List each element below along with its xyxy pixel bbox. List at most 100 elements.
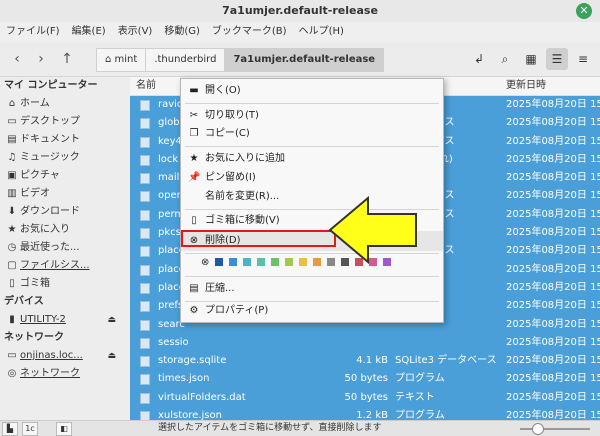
menu-add-favorite[interactable]: ★ お気に入りに追加 [181, 149, 443, 169]
table-row[interactable]: xulstore.json 1.2 kB プログラム 2025年08月20日 15 [130, 407, 600, 420]
file-date: 2025年08月20日 15 [506, 245, 600, 257]
sidebar-item[interactable]: ▢ ファイルシス... [0, 257, 130, 275]
menu-label: ピン留め(I) [205, 172, 256, 183]
sidebar-item[interactable]: ♫ ミュージック [0, 149, 130, 167]
file-icon [140, 191, 150, 203]
menu-separator [185, 276, 439, 277]
usb-drive-icon: ▮ [9, 314, 15, 325]
crumb-thunderbird[interactable]: .thunderbird [145, 48, 226, 72]
sidebar-item[interactable]: ◎ ネットワーク [0, 365, 130, 383]
table-row[interactable]: virtualFolders.dat 50 bytes テキスト 2025年08月20… [130, 388, 600, 408]
menu-bookmarks[interactable]: ブックマーク(B) [206, 22, 293, 42]
open-terminal-icon[interactable]: ↲ [468, 48, 490, 70]
eject-icon[interactable]: ⏏ [107, 311, 116, 329]
color-swatch[interactable] [271, 258, 280, 266]
zoom-slider-handle[interactable] [532, 423, 544, 435]
file-date: 2025年08月20日 15 [506, 281, 600, 293]
sidebar-item-label: ドキュメント [20, 134, 80, 145]
sidebar-item-label: お気に入り [20, 224, 70, 235]
column-name[interactable]: 名前 [136, 77, 156, 95]
file-icon [140, 173, 150, 185]
zoom-slider[interactable] [520, 428, 590, 430]
menu-pin[interactable]: 📌 ピン留め(I) [181, 168, 443, 188]
crumb-label: mint [114, 54, 138, 65]
table-row[interactable]: storage.sqlite 4.1 kB SQLite3 データベース 2025年0… [130, 352, 600, 371]
sidebar-item-label: 最近使った... [20, 242, 80, 253]
menu-go[interactable]: 移動(G) [158, 22, 206, 42]
sidebar-item[interactable]: ▭ デスクトップ [0, 113, 130, 131]
back-button[interactable]: ‹ [6, 49, 28, 69]
file-date: 2025年08月20日 15 [506, 318, 600, 330]
menu-compress[interactable]: ▤ 圧縮... [181, 279, 443, 299]
status-message: 選択したアイテムをゴミ箱に移動せず、直接削除します [158, 423, 382, 433]
crumb-mint[interactable]: ⌂ mint [96, 48, 147, 72]
toggle-sidebar-button[interactable]: ▙ [2, 422, 18, 436]
color-swatch[interactable] [215, 258, 224, 266]
list-view-icon[interactable]: ☰ [546, 48, 568, 70]
menu-open[interactable]: ▬ 開く(O) [181, 81, 443, 101]
tree-toggle-button[interactable]: ◧ [56, 422, 72, 436]
sidebar-item[interactable]: ▭ onjinas.loc... ⏏ [0, 347, 130, 365]
menu-properties[interactable]: ⚙ プロパティ(P) [181, 301, 443, 321]
file-icon [140, 118, 150, 130]
file-name: virtualFolders.dat [158, 391, 246, 403]
filesystem-icon: ▢ [7, 260, 17, 271]
sidebar-item[interactable]: ▥ ビデオ [0, 185, 130, 203]
sidebar-item[interactable]: ◷ 最近使った... [0, 239, 130, 257]
crumb-profile[interactable]: 7a1umjer.default-release [224, 48, 385, 72]
color-swatch[interactable] [229, 258, 238, 266]
file-date: 2025年08月20日 15 [506, 355, 600, 367]
close-icon[interactable]: ✕ [576, 3, 592, 19]
menu-edit[interactable]: 編集(E) [66, 22, 112, 42]
clear-color-icon[interactable]: ⊗ [201, 257, 209, 268]
forward-button[interactable]: › [30, 49, 52, 69]
pictures-icon: ▣ [7, 170, 17, 181]
search-icon[interactable]: ⌕ [494, 48, 516, 70]
trash-icon: ▯ [191, 215, 197, 226]
menu-label: 開く(O) [205, 85, 241, 96]
sidebar-item[interactable]: ▯ ゴミ箱 [0, 275, 130, 293]
sidebar-item[interactable]: ▮ UTILITY-2 ⏏ [0, 311, 130, 329]
compact-view-icon[interactable]: ≡ [572, 48, 594, 70]
color-swatch[interactable] [285, 258, 294, 266]
sidebar-item[interactable]: ▣ ピクチャ [0, 167, 130, 185]
color-swatch[interactable] [257, 258, 266, 266]
file-date: 2025年08月20日 15 [506, 227, 600, 239]
favorite-icon: ★ [189, 153, 199, 164]
table-row[interactable]: times.json 50 bytes プログラム 2025年08月20日 15 [130, 370, 600, 389]
status-bar: ▙ 1c ◧ 選択したアイテムをゴミ箱に移動せず、直接削除します [0, 420, 600, 436]
sidebar-item[interactable]: ⬇ ダウンロード [0, 203, 130, 221]
places-toggle-button[interactable]: 1c [22, 422, 38, 436]
file-name: storage.sqlite [158, 355, 227, 367]
color-swatch[interactable] [243, 258, 252, 266]
sidebar-item[interactable]: ⌂ ホーム [0, 95, 130, 113]
sidebar-item[interactable]: ▤ ドキュメント [0, 131, 130, 149]
menu-cut[interactable]: ✂ 切り取り(T) [181, 106, 443, 126]
pointer-arrow-icon [328, 196, 417, 264]
menu-copy[interactable]: ❐ コピー(C) [181, 124, 443, 144]
menu-label: 圧縮... [205, 283, 235, 294]
table-row[interactable]: sessio 2025年08月20日 15 [130, 333, 600, 353]
file-date: 2025年08月20日 15 [506, 99, 600, 110]
icon-view-icon[interactable]: ▦ [520, 48, 542, 70]
desktop-icon: ▭ [7, 116, 17, 127]
menu-view[interactable]: 表示(V) [112, 22, 159, 42]
file-icon [140, 264, 150, 276]
sidebar-item-label: ビデオ [20, 188, 50, 199]
pin-icon: 📌 [188, 172, 201, 183]
sidebar-item[interactable]: ★ お気に入り [0, 221, 130, 239]
color-swatch[interactable] [299, 258, 308, 266]
eject-icon[interactable]: ⏏ [107, 347, 116, 365]
up-button[interactable]: ↑ [56, 49, 78, 69]
sidebar-item-label: ミュージック [20, 152, 80, 163]
menu-help[interactable]: ヘルプ(H) [293, 22, 350, 42]
downloads-icon: ⬇ [7, 206, 17, 217]
color-swatch[interactable] [313, 258, 322, 266]
file-date: 2025年08月20日 15 [506, 373, 600, 385]
menu-file[interactable]: ファイル(F) [0, 22, 66, 42]
sidebar: マイ コンピューター ⌂ ホーム ▭ デスクトップ ▤ ドキュメント ♫ ミュージック ▣ ピクチャ… [0, 77, 130, 420]
column-modified[interactable]: 更新日時 [506, 77, 546, 95]
file-size: 4.1 kB [356, 355, 388, 367]
file-icon [140, 100, 150, 111]
breadcrumb: ◀ ⌂ mint .thunderbird 7a1umjer.default-r… [96, 48, 444, 268]
